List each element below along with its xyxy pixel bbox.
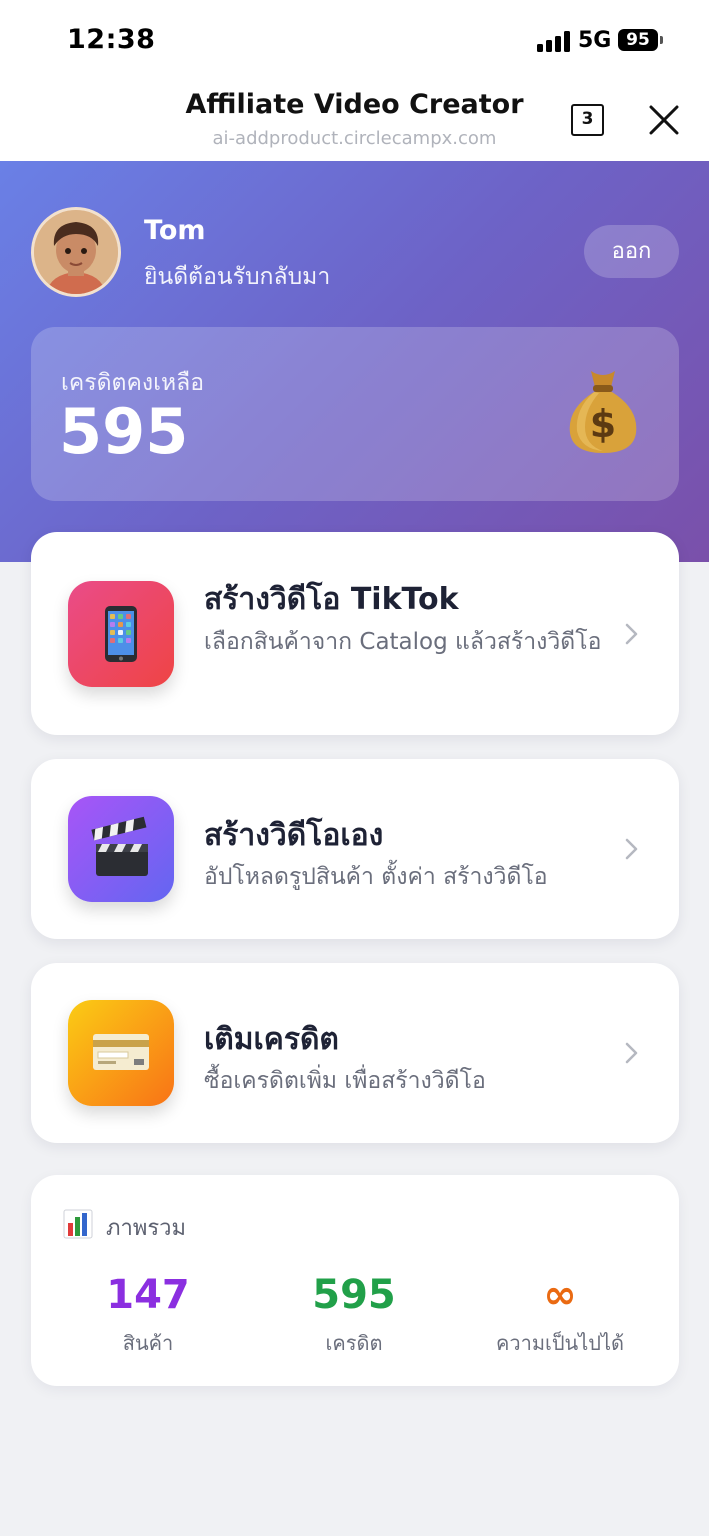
hero-section: Tom ยินดีต้อนรับกลับมา ออก เครดิตคงเหลือ… (0, 161, 709, 562)
action-title: เติมเครดิต (204, 1022, 339, 1057)
svg-text:$: $ (590, 402, 616, 446)
action-card-topup[interactable]: เติมเครดิต ซื้อเครดิตเพิ่ม เพื่อสร้างวิด… (31, 963, 679, 1143)
mobile-phone-icon (105, 606, 137, 662)
action-card-custom-video[interactable]: สร้างวิดีโอเอง อัปโหลดรูปสินค้า ตั้งค่า … (31, 759, 679, 939)
action-title: สร้างวิดีโอ TikTok (204, 582, 459, 617)
browser-header: Affiliate Video Creator ai-addproduct.ci… (0, 80, 709, 161)
avatar-icon (34, 210, 118, 294)
action-description: ซื้อเครดิตเพิ่ม เพื่อสร้างวิดีโอ (204, 1068, 486, 1094)
stat-possibilities: ∞ ความเป็นไปได้ (460, 1271, 660, 1359)
stat-label: เครดิต (325, 1331, 383, 1355)
status-time: 12:38 (67, 24, 156, 55)
credit-balance-card: เครดิตคงเหลือ 595 $ (31, 327, 679, 501)
logout-button[interactable]: ออก (584, 225, 679, 278)
credit-card-icon (93, 1034, 149, 1070)
chevron-right-icon (625, 1042, 638, 1064)
battery-tip (660, 36, 663, 44)
action-title: สร้างวิดีโอเอง (204, 818, 384, 853)
action-icon-box (68, 796, 174, 902)
battery-icon: 95 (618, 29, 658, 51)
chevron-right-icon (625, 623, 638, 645)
stat-value: ∞ (543, 1272, 577, 1318)
signal-icon (537, 30, 571, 52)
action-icon-box (68, 1000, 174, 1106)
bar-chart-icon (63, 1209, 93, 1239)
user-name: Tom (144, 215, 206, 246)
close-button[interactable] (646, 102, 682, 138)
action-description: เลือกสินค้าจาก Catalog แล้วสร้างวิดีโอ (204, 629, 602, 655)
close-icon (649, 105, 679, 135)
stat-label: ความเป็นไปได้ (495, 1331, 625, 1355)
overview-title: ภาพรวม (106, 1216, 187, 1241)
stat-value: 595 (312, 1272, 396, 1318)
action-icon-box (68, 581, 174, 687)
chevron-right-icon (625, 838, 638, 860)
stat-label: สินค้า (122, 1331, 174, 1355)
welcome-text: ยินดีต้อนรับกลับมา (144, 264, 331, 290)
action-card-tiktok[interactable]: สร้างวิดีโอ TikTok เลือกสินค้าจาก Catalo… (31, 532, 679, 735)
stat-credits: 595 เครดิต (254, 1271, 454, 1359)
action-description: อัปโหลดรูปสินค้า ตั้งค่า สร้างวิดีโอ (204, 864, 548, 890)
network-type: 5G (578, 28, 612, 53)
tabs-button[interactable]: 3 (571, 104, 604, 136)
avatar[interactable] (31, 207, 121, 297)
clapper-board-icon (91, 816, 148, 876)
status-bar: 12:38 5G 95 (0, 0, 709, 80)
money-bag-icon: $ (569, 371, 637, 453)
credit-value: 595 (59, 395, 189, 468)
overview-card: ภาพรวม 147 สินค้า 595 เครดิต ∞ ความเป็นไ… (31, 1175, 679, 1386)
stat-products: 147 สินค้า (48, 1271, 248, 1359)
stat-value: 147 (106, 1272, 190, 1318)
